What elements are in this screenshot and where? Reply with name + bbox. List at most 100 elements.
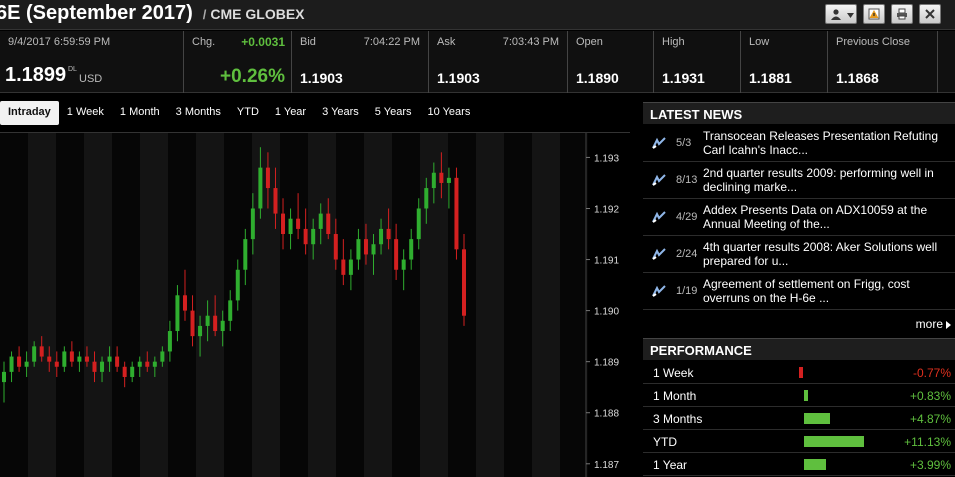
performance-period: 3 Months [653, 412, 703, 426]
tab-3-months[interactable]: 3 Months [168, 101, 229, 125]
y-tick-label: 1.191 [594, 256, 619, 267]
chart-band [168, 133, 196, 477]
close-button[interactable] [919, 4, 941, 24]
chart-band [504, 133, 532, 477]
candle-body [250, 208, 255, 240]
candle-body [160, 351, 165, 362]
candle-body [167, 331, 172, 352]
bid-value: 1.1903 [300, 70, 343, 86]
change-cell: Chg. +0.0031 +0.26% [184, 31, 292, 93]
title-separator: / [202, 7, 207, 22]
previous-close-label: Previous Close [836, 36, 910, 48]
candle-body [424, 188, 429, 209]
performance-percent: +0.83% [909, 389, 951, 403]
news-headline[interactable]: 4th quarter results 2008: Aker Solutions… [703, 240, 953, 268]
candle-body [243, 239, 248, 270]
tab-10-years[interactable]: 10 Years [420, 101, 479, 125]
chart-band [532, 133, 560, 477]
candle-body [371, 244, 376, 255]
candle-body [130, 366, 135, 377]
last-price: 1.1899 [5, 64, 67, 86]
title-bar: 6E (September 2017) / CME GLOBEX [0, 0, 955, 30]
news-icon [652, 211, 666, 223]
candle-body [213, 315, 218, 332]
candle-body [454, 177, 459, 250]
low-cell: Low 1.1881 [741, 31, 828, 93]
chart-band [560, 133, 588, 477]
tab-1-year[interactable]: 1 Year [267, 101, 314, 125]
news-item[interactable]: 5/3 Transocean Releases Presentation Refu… [643, 125, 955, 162]
alert-button[interactable] [863, 4, 885, 24]
bid-cell: Bid 7:04:22 PM 1.1903 [292, 31, 429, 93]
chart-band [364, 133, 392, 477]
candle-body [431, 172, 436, 189]
y-tick-label: 1.193 [594, 153, 619, 164]
tab-intraday[interactable]: Intraday [0, 101, 59, 125]
news-item[interactable]: 8/13 2nd quarter results 2009: performing… [643, 162, 955, 199]
candle-body [220, 320, 225, 332]
news-item[interactable]: 2/24 4th quarter results 2008: Aker Solut… [643, 236, 955, 273]
news-date: 4/29 [676, 211, 698, 223]
candle-body [107, 356, 112, 362]
candle-body [2, 371, 6, 383]
more-news-link[interactable]: more [916, 317, 952, 331]
currency-label: USD [79, 73, 103, 85]
bid-time: 7:04:22 PM [363, 36, 420, 48]
change-percent: +0.26% [220, 66, 285, 87]
ask-label: Ask [437, 36, 456, 48]
tab-1-week[interactable]: 1 Week [59, 101, 112, 125]
news-headline[interactable]: Addex Presents Data on ADX10059 at the A… [703, 203, 953, 231]
news-headline[interactable]: 2nd quarter results 2009: performing wel… [703, 166, 953, 194]
tab-1-month[interactable]: 1 Month [112, 101, 168, 125]
news-item[interactable]: 4/29 Addex Presents Data on ADX10059 at t… [643, 199, 955, 236]
last-price-cell: 9/4/2017 6:59:59 PM 1.1899 DL USD [0, 31, 184, 93]
y-tick-label: 1.190 [594, 307, 619, 318]
performance-row: YTD +11.13% [643, 430, 955, 453]
candle-body [348, 259, 353, 275]
tab-3-years[interactable]: 3 Years [314, 101, 367, 125]
candle-body [145, 361, 150, 367]
candle-body [152, 361, 157, 367]
previous-close-value: 1.1868 [836, 70, 879, 86]
print-button[interactable] [891, 4, 913, 24]
news-headline[interactable]: Transocean Releases Presentation Refutin… [703, 129, 953, 157]
performance-percent: +3.99% [909, 458, 951, 472]
news-headline[interactable]: Agreement of settlement on Frigg, cost o… [703, 277, 953, 305]
candle-body [228, 300, 233, 321]
printer-icon [897, 8, 907, 20]
close-icon [925, 9, 935, 19]
tab-ytd[interactable]: YTD [229, 101, 267, 125]
candle-body [333, 234, 338, 260]
candle-body [281, 213, 286, 235]
tab-5-years[interactable]: 5 Years [367, 101, 420, 125]
user-menu-button[interactable] [825, 4, 857, 24]
candle-body [190, 310, 195, 337]
news-icon [652, 285, 666, 297]
candle-body [115, 356, 120, 367]
price-chart[interactable]: 1.193 1.192 1.191 1.190 1.189 1.188 1.187 [0, 132, 630, 477]
performance-bar [804, 390, 809, 401]
news-date: 8/13 [676, 174, 698, 186]
candle-body [84, 356, 89, 362]
candle-body [32, 346, 37, 362]
news-item[interactable]: 1/19 Agreement of settlement on Frigg, co… [643, 273, 955, 310]
candle-body [379, 228, 384, 245]
candle-body [326, 213, 331, 235]
candle-body [54, 361, 59, 367]
bid-label: Bid [300, 36, 316, 48]
quote-strip: 9/4/2017 6:59:59 PM 1.1899 DL USD Chg. +… [0, 31, 955, 93]
candle-body [205, 315, 210, 326]
candle-body [386, 228, 391, 240]
candle-body [356, 239, 361, 260]
performance-percent: +11.13% [904, 435, 951, 449]
news-icon [652, 248, 666, 260]
previous-close-cell: Previous Close 1.1868 [828, 31, 938, 93]
candle-body [122, 366, 127, 377]
news-date: 2/24 [676, 248, 698, 260]
performance-period: 1 Week [653, 366, 694, 380]
news-icon [652, 174, 666, 186]
candle-body [92, 361, 97, 372]
chart-band [28, 133, 56, 477]
latest-news-header: LATEST NEWS [643, 102, 955, 124]
candle-body [39, 346, 44, 357]
